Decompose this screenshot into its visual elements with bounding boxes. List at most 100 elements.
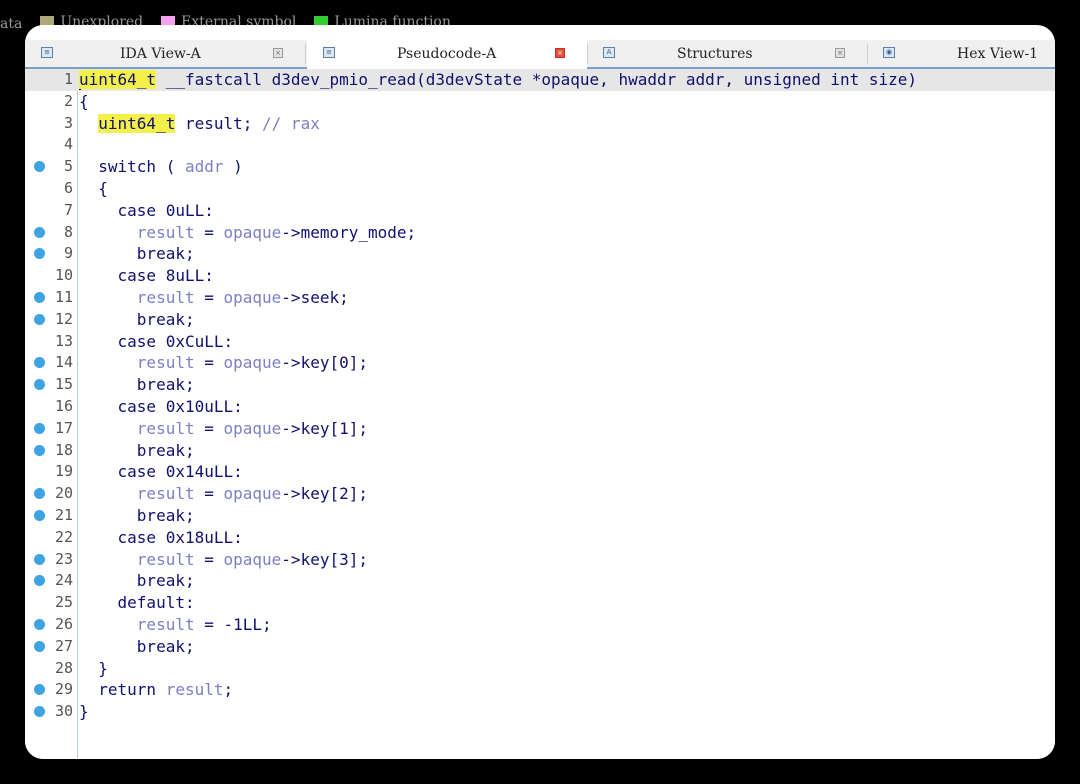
code-line[interactable]: 8 result = opaque->memory_mode; <box>25 222 1055 244</box>
code-line[interactable]: 6 { <box>25 178 1055 200</box>
code-line[interactable]: 20 result = opaque->key[2]; <box>25 483 1055 505</box>
close-tab-icon[interactable]: × <box>835 48 845 58</box>
breakpoint-dot-icon[interactable] <box>34 226 45 238</box>
code-token: break; <box>136 244 195 264</box>
breakpoint-dot-icon[interactable] <box>34 706 45 718</box>
code-line[interactable]: 21 break; <box>25 505 1055 527</box>
code-line[interactable]: 16 case 0x10uLL: <box>25 396 1055 418</box>
code-line[interactable]: 3 uint64_t result; // rax <box>25 113 1055 135</box>
code-line[interactable]: 27 break; <box>25 636 1055 658</box>
line-number: 30 <box>54 702 73 721</box>
tab-structures[interactable]: A Structures × <box>587 40 867 67</box>
code-text: case 0x18uLL: <box>79 527 243 549</box>
code-line[interactable]: 19 case 0x14uLL: <box>25 461 1055 483</box>
code-token: = <box>194 222 224 242</box>
code-text: result = opaque->seek; <box>79 287 349 309</box>
code-line[interactable]: 24 break; <box>25 570 1055 592</box>
line-number: 2 <box>63 91 73 110</box>
code-line[interactable]: 30} <box>25 701 1055 723</box>
breakpoint-dot-icon[interactable] <box>34 619 45 630</box>
code-text: break; <box>79 309 195 331</box>
line-number: 26 <box>54 615 73 633</box>
breakpoint-dot-icon[interactable] <box>34 161 45 173</box>
code-text: break; <box>79 636 195 658</box>
code-line[interactable]: 17 result = opaque->key[1]; <box>25 418 1055 440</box>
code-token: } <box>98 658 108 678</box>
breakpoint-dot-icon[interactable] <box>34 292 45 303</box>
code-text: result = opaque->key[0]; <box>79 352 368 374</box>
tab-pseudocode-a[interactable]: ≡ Pseudocode-A × <box>307 40 587 69</box>
line-number: 15 <box>54 375 73 394</box>
code-line[interactable]: 5 switch ( addr ) <box>25 156 1055 178</box>
ida-view-icon: ≡ <box>41 47 53 58</box>
variable-token: opaque <box>223 549 282 569</box>
code-line[interactable]: 18 break; <box>25 440 1055 462</box>
variable-token: result <box>136 615 195 634</box>
variable-token: result <box>136 222 195 242</box>
line-number: 10 <box>54 266 73 285</box>
code-line[interactable]: 23 result = opaque->key[3]; <box>25 549 1055 571</box>
code-line[interactable]: 7 case 0uLL: <box>25 200 1055 222</box>
code-line[interactable]: 10 case 8uLL: <box>25 265 1055 287</box>
line-number: 9 <box>63 244 73 263</box>
code-line[interactable]: 9 break; <box>25 243 1055 265</box>
code-line[interactable]: 29 return result; <box>25 679 1055 701</box>
code-line[interactable]: 15 break; <box>25 374 1055 396</box>
code-line[interactable]: 22 case 0x18uLL: <box>25 527 1055 549</box>
ida-window: ≡ IDA View-A × ≡ Pseudocode-A × A Structures × ◉ H… <box>25 25 1055 759</box>
code-line[interactable]: 12 break; <box>25 309 1055 331</box>
code-token: result; <box>175 113 263 133</box>
code-line[interactable]: 14 result = opaque->key[0]; <box>25 352 1055 374</box>
breakpoint-dot-icon[interactable] <box>34 379 45 391</box>
code-line[interactable]: 25 default: <box>25 592 1055 614</box>
code-token: break; <box>136 375 195 395</box>
code-text: result = opaque->key[2]; <box>79 483 368 505</box>
tab-ida-view-a[interactable]: ≡ IDA View-A × <box>25 40 305 67</box>
breakpoint-dot-icon[interactable] <box>34 444 45 456</box>
breakpoint-dot-icon[interactable] <box>34 684 45 696</box>
close-tab-icon[interactable]: × <box>555 48 565 58</box>
variable-token: result <box>136 288 195 307</box>
code-line[interactable]: 13 case 0xCuLL: <box>25 331 1055 353</box>
code-line[interactable]: 26 result = -1LL; <box>25 614 1055 636</box>
breakpoint-dot-icon[interactable] <box>34 640 45 652</box>
line-number: 21 <box>54 506 73 524</box>
code-text: switch ( addr ) <box>79 156 243 178</box>
code-token: ->key[3]; <box>281 549 368 569</box>
code-line[interactable]: 1 uint64_t __fastcall d3dev_pmio_read(d3d… <box>25 69 1055 91</box>
line-number: 20 <box>54 484 73 503</box>
line-number: 18 <box>54 440 73 459</box>
tab-hex-view-1[interactable]: ◉ Hex View-1 <box>867 40 1055 67</box>
code-token: case 0x14uLL: <box>117 462 243 482</box>
code-line[interactable]: 28 } <box>25 658 1055 680</box>
variable-token: opaque <box>223 222 282 242</box>
pseudocode-view[interactable]: 1 uint64_t __fastcall d3dev_pmio_read(d3d… <box>25 69 1055 759</box>
code-line[interactable]: 11 result = opaque->seek; <box>25 287 1055 309</box>
structures-icon: A <box>603 47 615 58</box>
breakpoint-dot-icon[interactable] <box>34 510 45 521</box>
line-number: 25 <box>54 593 73 612</box>
line-number: 5 <box>63 157 73 176</box>
code-text: return result; <box>79 679 233 701</box>
variable-token: addr <box>184 157 224 177</box>
code-token: ->seek; <box>281 288 349 307</box>
breakpoint-dot-icon[interactable] <box>34 248 45 260</box>
code-token: break; <box>136 506 195 525</box>
breakpoint-dot-icon[interactable] <box>34 357 45 369</box>
code-token: { <box>98 179 108 198</box>
breakpoint-dot-icon[interactable] <box>34 422 45 434</box>
code-text: } <box>79 701 89 723</box>
breakpoint-dot-icon[interactable] <box>34 575 45 587</box>
close-tab-icon[interactable]: × <box>273 48 283 58</box>
breakpoint-dot-icon[interactable] <box>34 313 45 325</box>
code-line[interactable]: 4 <box>25 134 1055 156</box>
breakpoint-dot-icon[interactable] <box>34 553 45 565</box>
breakpoint-dot-icon[interactable] <box>34 488 45 500</box>
code-line[interactable]: 2{ <box>25 91 1055 113</box>
